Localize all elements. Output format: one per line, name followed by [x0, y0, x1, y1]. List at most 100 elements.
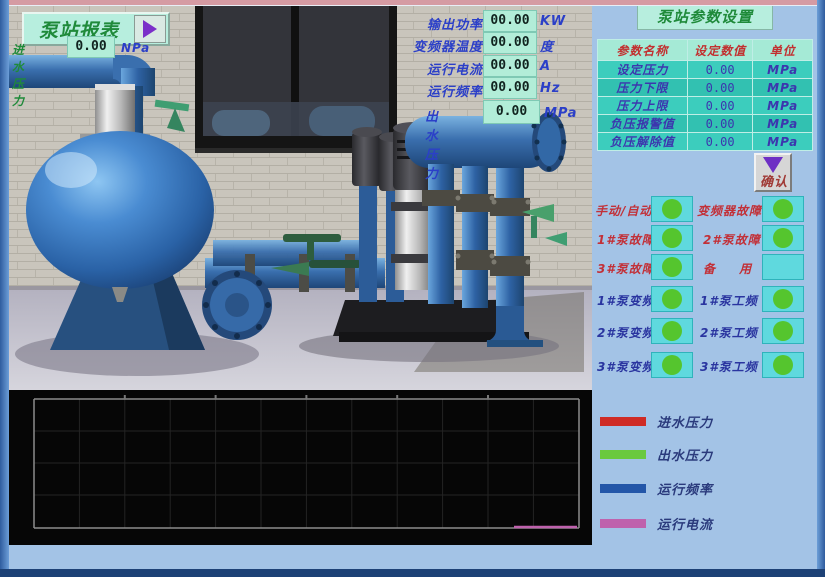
run-current-label: 运行电流: [373, 59, 483, 78]
status-lamp-pump1-line: [762, 286, 804, 312]
run-current-value: 00.00: [483, 55, 537, 77]
param-unit: MPa: [753, 61, 813, 79]
hmi-window: 泵站报表 进水压力 0.00 NPa 输出功率 00.00 KW 变频器温度 0…: [0, 0, 825, 577]
outlet-pressure-label: 出水压力: [425, 106, 439, 182]
status-lamp-pump1-vfd: [651, 286, 693, 312]
param-value[interactable]: 0.00: [687, 61, 753, 79]
window-border-right: [817, 0, 825, 577]
run-frequency-value: 00.00: [483, 77, 537, 99]
lamp-icon: [662, 289, 682, 309]
output-power-unit: KW: [540, 14, 570, 29]
status-lamp-pump1-fault: [651, 225, 693, 251]
lamp-icon: [773, 228, 793, 248]
param-value[interactable]: 0.00: [687, 115, 753, 133]
lamp-icon: [662, 228, 682, 248]
confirm-button-label: 确认: [757, 171, 791, 190]
pressure-tank-sphere: [26, 131, 214, 289]
outlet-pressure-value: 0.00: [483, 100, 540, 124]
legend-label-inlet: 进水压力: [657, 412, 713, 431]
tank-highlight: [45, 152, 97, 188]
status-lamp-pump2-vfd: [651, 318, 693, 344]
inlet-pressure-unit: NPa: [121, 41, 150, 55]
param-name: 设定压力: [598, 61, 688, 79]
status-label-manual-auto: 手动/自动: [595, 202, 652, 219]
run-frequency-label: 运行频率: [373, 81, 483, 100]
window-border-bottom: [0, 569, 825, 577]
output-power-readout: 输出功率 00.00 KW: [390, 10, 630, 32]
table-row: 压力下限 0.00 MPa: [598, 79, 813, 97]
table-row: 设定压力 0.00 MPa: [598, 61, 813, 79]
lamp-icon: [773, 199, 793, 219]
window-border-top-highlight: [0, 5, 825, 6]
param-unit: MPa: [753, 115, 813, 133]
inlet-pressure-label: 进水压力: [12, 41, 25, 109]
status-label-pump2-vfd: 2#泵变频: [597, 324, 655, 341]
header-param-name: 参数名称: [598, 40, 688, 61]
status-lamp-pump3-line: [762, 352, 804, 378]
confirm-button[interactable]: 确认: [754, 153, 792, 192]
status-label-pump2-fault: 2#泵故障: [703, 231, 761, 248]
inlet-pressure-value: 0.00: [67, 36, 115, 58]
run-frequency-unit: Hz: [540, 81, 570, 96]
lamp-icon: [773, 321, 793, 341]
status-label-pump1-line: 1#泵工频: [700, 292, 758, 309]
legend-swatch-inlet: [600, 417, 646, 426]
param-name: 负压解除值: [598, 133, 688, 151]
param-name: 压力上限: [598, 97, 688, 115]
table-row: 负压解除值 0.00 MPa: [598, 133, 813, 151]
param-unit: MPa: [753, 133, 813, 151]
inverter-temp-readout: 变频器温度 00.00 度: [390, 32, 630, 54]
run-frequency-readout: 运行频率 00.00 Hz: [390, 77, 630, 99]
status-lamp-spare: [762, 254, 804, 280]
lamp-icon: [773, 355, 793, 375]
table-row: 压力上限 0.00 MPa: [598, 97, 813, 115]
legend-swatch-frequency: [600, 484, 646, 493]
status-label-pump3-fault: 3#泵故障: [597, 260, 655, 277]
status-label-pump1-vfd: 1#泵变频: [597, 292, 655, 309]
status-lamp-pump2-line: [762, 318, 804, 344]
status-lamp-inverter-fault: [762, 196, 804, 222]
lamp-icon: [662, 355, 682, 375]
inverter-temp-label: 变频器温度: [373, 36, 483, 55]
status-lamp-pump2-fault: [762, 225, 804, 251]
legend-label-current: 运行电流: [657, 514, 713, 533]
params-table-header: 参数名称 设定数值 单位: [598, 40, 813, 61]
output-power-value: 00.00: [483, 10, 537, 32]
param-name: 负压报警值: [598, 115, 688, 133]
pipe-end-flange: [202, 270, 272, 340]
status-label-pump2-line: 2#泵工频: [700, 324, 758, 341]
params-table: 参数名称 设定数值 单位 设定压力 0.00 MPa 压力下限 0.00 MPa…: [597, 39, 813, 151]
table-row: 负压报警值 0.00 MPa: [598, 115, 813, 133]
output-power-label: 输出功率: [373, 14, 483, 33]
param-unit: MPa: [753, 97, 813, 115]
status-label-inverter-fault: 变频器故障: [697, 202, 762, 219]
header-unit: 单位: [753, 40, 813, 61]
trend-chart-grid: [9, 390, 592, 545]
lamp-icon: [662, 321, 682, 341]
run-current-readout: 运行电流 00.00 A: [390, 55, 630, 77]
param-unit: MPa: [753, 79, 813, 97]
play-icon: [134, 15, 166, 43]
legend-label-frequency: 运行频率: [657, 479, 713, 498]
legend-swatch-outlet: [600, 450, 646, 459]
inverter-temp-unit: 度: [540, 36, 570, 55]
outlet-pressure-unit: MPa: [544, 106, 577, 121]
run-current-unit: A: [540, 59, 570, 74]
param-value[interactable]: 0.00: [687, 79, 753, 97]
header-set-value: 设定数值: [687, 40, 753, 61]
status-lamp-manual-auto: [651, 196, 693, 222]
status-lamp-pump3-fault: [651, 254, 693, 280]
legend-label-outlet: 出水压力: [657, 445, 713, 464]
status-lamp-pump3-vfd: [651, 352, 693, 378]
param-value[interactable]: 0.00: [687, 97, 753, 115]
param-value[interactable]: 0.00: [687, 133, 753, 151]
param-name: 压力下限: [598, 79, 688, 97]
status-label-pump1-fault: 1#泵故障: [597, 231, 655, 248]
lamp-icon: [773, 289, 793, 309]
lamp-icon: [662, 257, 682, 277]
window-border-left: [0, 0, 9, 577]
status-label-pump3-line: 3#泵工频: [700, 358, 758, 375]
status-label-pump3-vfd: 3#泵变频: [597, 358, 655, 375]
trend-chart: [9, 390, 592, 545]
status-label-spare: 备 用: [703, 260, 761, 277]
